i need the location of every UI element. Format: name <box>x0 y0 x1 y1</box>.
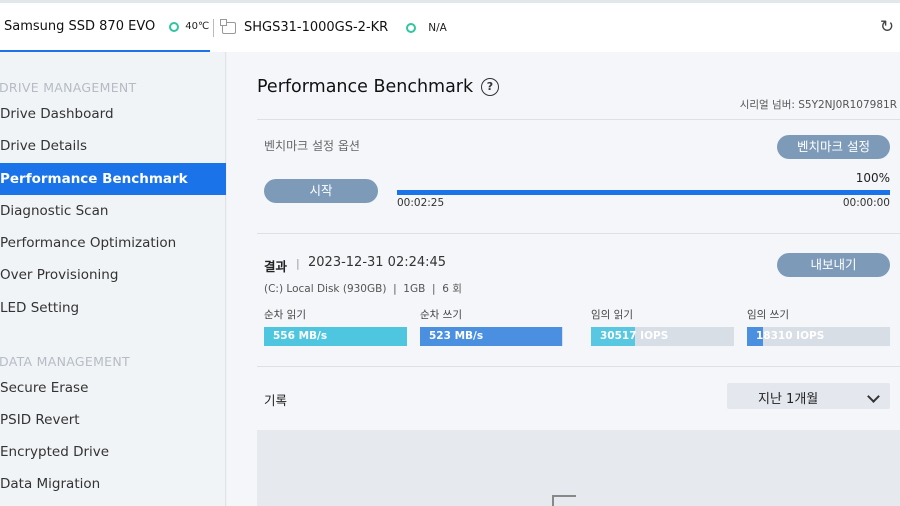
result-separator: | <box>296 257 300 270</box>
drive-tab-shgs[interactable]: SHGS31-1000GS-2-KR N/A <box>214 3 447 52</box>
metric-bar: 523 MB/s <box>420 327 563 346</box>
main-panel: Performance Benchmark ? 시리얼 넘버: S5Y2NJ0R… <box>227 52 900 506</box>
divider <box>257 119 900 120</box>
history-chart <box>257 430 900 506</box>
progress-percent: 100% <box>855 171 890 185</box>
history-label: 기록 <box>264 393 288 408</box>
divider <box>257 366 900 367</box>
sidebar-item-performance-benchmark[interactable]: Performance Benchmark <box>0 163 226 195</box>
benchmark-options-label: 벤치마크 설정 옵션 <box>264 139 360 153</box>
sidebar-item-encrypted-drive[interactable]: Encrypted Drive <box>0 436 226 468</box>
sidebar-item-secure-erase[interactable]: Secure Erase <box>0 372 226 404</box>
drive-name: SHGS31-1000GS-2-KR <box>244 20 389 35</box>
divider <box>257 233 900 234</box>
sidebar-item-psid-revert[interactable]: PSID Revert <box>0 404 226 436</box>
metric-label: 순차 읽기 <box>264 309 306 321</box>
metric-value: 523 MB/s <box>429 330 484 342</box>
progress-fill <box>397 190 890 195</box>
metric-value: 556 MB/s <box>273 330 328 342</box>
sidebar-item-performance-optimization[interactable]: Performance Optimization <box>0 227 226 259</box>
temperature-ok-icon <box>406 22 417 33</box>
result-label: 결과 <box>264 259 288 274</box>
sidebar-item-led-setting[interactable]: LED Setting <box>0 292 226 324</box>
chart-axis-mark <box>552 495 554 506</box>
metric-bar: 18310 IOPS <box>747 327 890 346</box>
section-title-data-management: DATA MANAGEMENT <box>0 354 130 369</box>
refresh-icon[interactable]: ↻ <box>878 18 896 36</box>
section-title-drive-management: DRIVE MANAGEMENT <box>0 80 137 95</box>
history-period-value: 지난 1개월 <box>758 392 819 407</box>
remaining-time: 00:00:00 <box>842 197 890 209</box>
export-button[interactable]: 내보내기 <box>777 253 890 277</box>
drive-tab-samsung[interactable]: Samsung SSD 870 EVO 40℃ <box>0 3 210 52</box>
metric-value: 30517 IOPS <box>600 330 669 342</box>
drive-name: Samsung SSD 870 EVO <box>4 19 156 34</box>
page-title: Performance Benchmark <box>257 77 474 97</box>
elapsed-time: 00:02:25 <box>397 197 445 209</box>
metric-label: 순차 쓰기 <box>420 309 462 321</box>
metric-label: 임의 읽기 <box>591 309 633 321</box>
history-period-dropdown[interactable]: 지난 1개월 <box>727 383 890 409</box>
sidebar: DRIVE MANAGEMENT Drive Dashboard Drive D… <box>0 52 226 506</box>
drive-icon <box>220 18 236 34</box>
temperature-ok-icon <box>169 21 180 32</box>
metric-bar: 30517 IOPS <box>591 327 734 346</box>
sidebar-item-drive-details[interactable]: Drive Details <box>0 130 226 162</box>
sidebar-item-diagnostic-scan[interactable]: Diagnostic Scan <box>0 195 226 227</box>
result-timestamp: 2023-12-31 02:24:45 <box>308 255 447 270</box>
start-button[interactable]: 시작 <box>264 179 378 203</box>
progress-bar <box>397 190 890 195</box>
chevron-down-icon <box>867 390 880 403</box>
result-info: (C:) Local Disk (930GB) | 1GB | 6 회 <box>264 283 462 295</box>
drive-temperature: N/A <box>428 21 447 34</box>
metric-value: 18310 IOPS <box>756 330 825 342</box>
metric-label: 임의 쓰기 <box>747 309 789 321</box>
drive-temperature: 40℃ <box>185 21 210 32</box>
serial-number: 시리얼 넘버: S5Y2NJ0R107981R <box>739 99 897 111</box>
benchmark-settings-button[interactable]: 벤치마크 설정 <box>777 135 890 159</box>
help-icon[interactable]: ? <box>481 78 499 96</box>
sidebar-item-drive-dashboard[interactable]: Drive Dashboard <box>0 98 226 130</box>
metric-bar: 556 MB/s <box>264 327 407 346</box>
chart-axis-mark <box>552 495 576 497</box>
top-bar: Samsung SSD 870 EVO 40℃ SHGS31-1000GS-2-… <box>0 0 900 52</box>
sidebar-item-data-migration[interactable]: Data Migration <box>0 468 226 500</box>
sidebar-item-over-provisioning[interactable]: Over Provisioning <box>0 259 226 291</box>
